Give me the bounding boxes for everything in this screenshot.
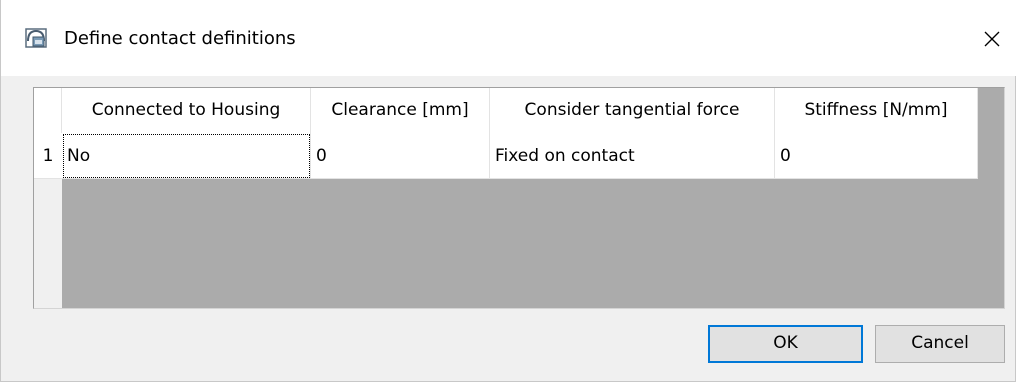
table-row[interactable]: 1 No 0 Fixed on contact 0 — [34, 133, 978, 179]
cell-consider-tangential-force[interactable]: Fixed on contact — [490, 133, 775, 179]
ok-button[interactable]: OK — [708, 325, 863, 363]
title-bar: Define contact definitions — [1, 0, 1016, 76]
row-header[interactable]: 1 — [34, 133, 62, 179]
close-button[interactable] — [973, 20, 1011, 58]
cell-clearance[interactable]: 0 — [311, 133, 490, 179]
grid-corner — [34, 88, 62, 133]
column-header-row: Connected to Housing Clearance [mm] Cons… — [34, 88, 978, 134]
close-icon — [984, 31, 1000, 47]
column-header-consider-tangential-force[interactable]: Consider tangential force — [490, 88, 775, 133]
column-header-clearance[interactable]: Clearance [mm] — [311, 88, 490, 133]
contact-definitions-dialog: Define contact definitions Connected to … — [0, 0, 1016, 382]
window-title: Define contact definitions — [64, 28, 296, 49]
contact-definitions-grid[interactable]: Connected to Housing Clearance [mm] Cons… — [33, 87, 1005, 309]
app-icon — [25, 27, 49, 49]
cell-connected-to-housing[interactable]: No — [62, 133, 311, 179]
column-header-stiffness[interactable]: Stiffness [N/mm] — [775, 88, 978, 133]
cell-stiffness[interactable]: 0 — [775, 133, 978, 179]
cancel-button[interactable]: Cancel — [875, 325, 1005, 363]
column-header-connected-to-housing[interactable]: Connected to Housing — [62, 88, 311, 133]
